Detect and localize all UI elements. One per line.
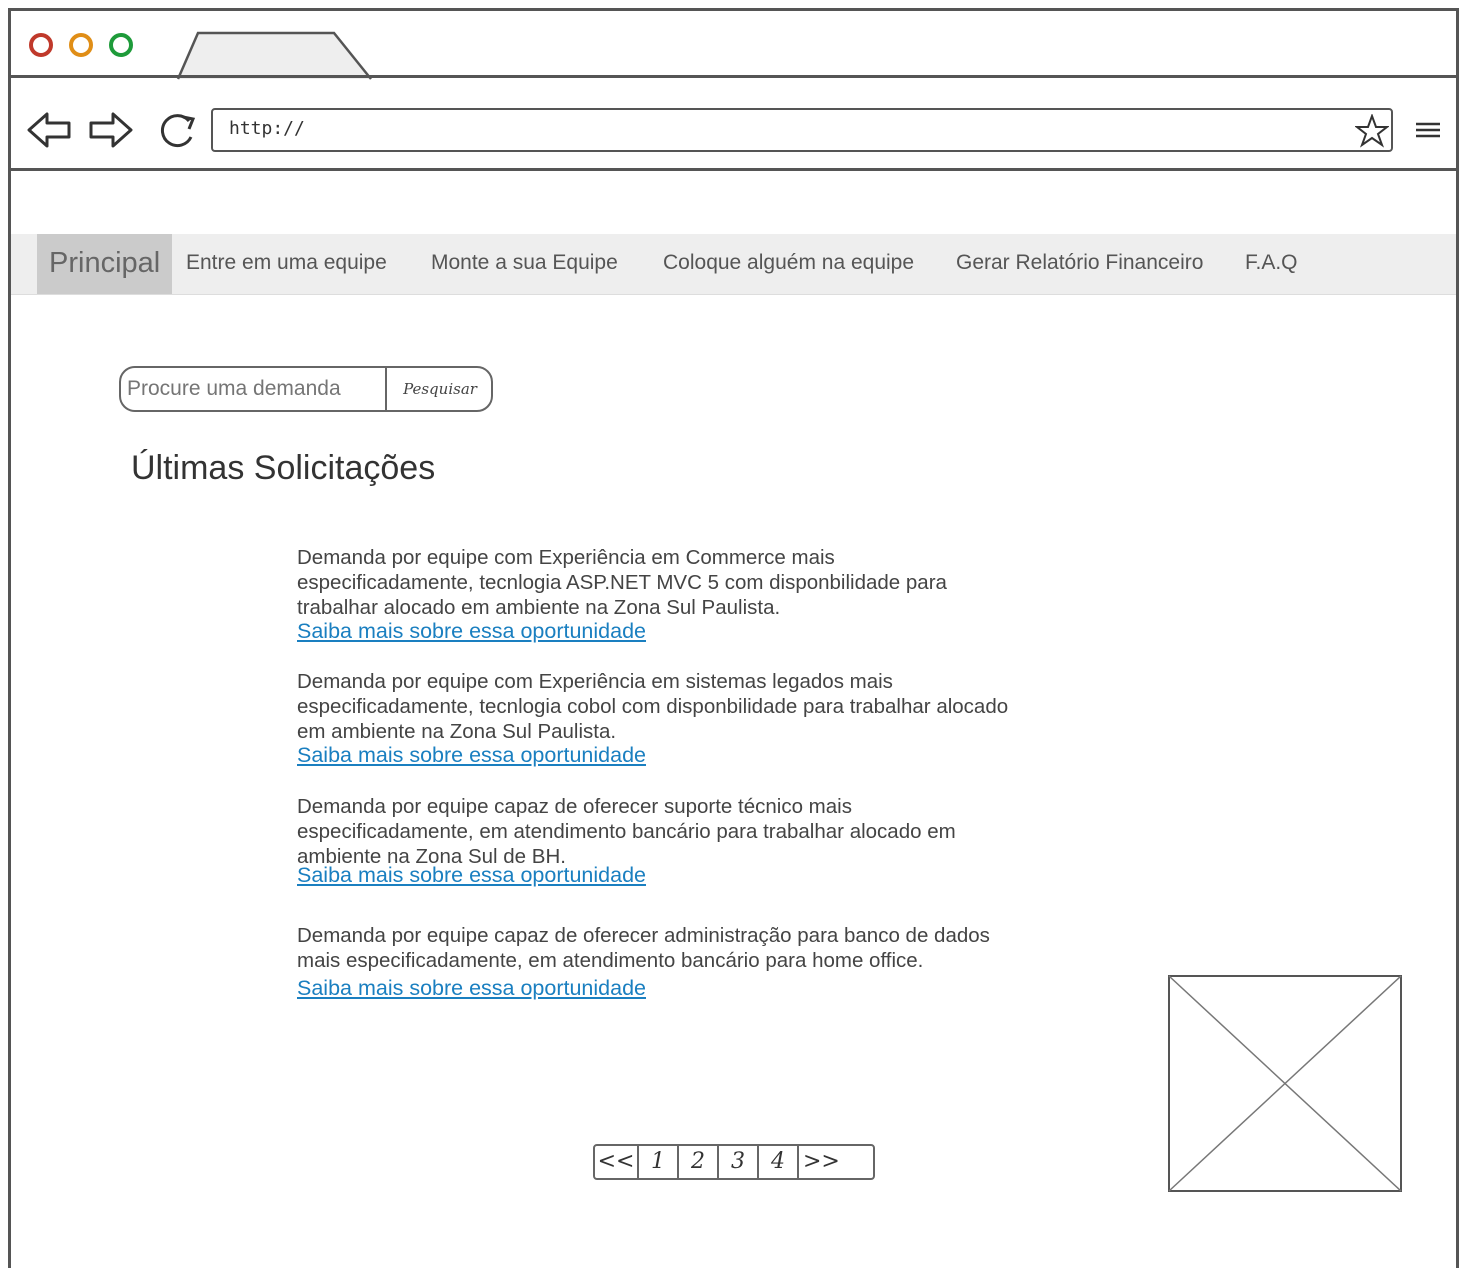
- forward-arrow-icon[interactable]: [85, 109, 135, 151]
- request-text: Demanda por equipe com Experiência em Co…: [297, 546, 947, 619]
- request-item: Demanda por equipe capaz de oferecer adm…: [297, 923, 1017, 1001]
- request-link[interactable]: Saiba mais sobre essa oportunidade: [297, 743, 1017, 768]
- search-button[interactable]: Pesquisar: [385, 368, 491, 410]
- menu-item-faq[interactable]: F.A.Q: [1245, 234, 1298, 294]
- request-item: Demanda por equipe capaz de oferecer sup…: [297, 794, 1017, 888]
- minimize-window-dot[interactable]: [69, 33, 93, 57]
- reload-icon[interactable]: [153, 109, 203, 151]
- browser-tab[interactable]: [176, 29, 376, 81]
- pagination-last[interactable]: >>: [799, 1146, 873, 1178]
- menu-item-monte-a-sua-equipe[interactable]: Monte a sua Equipe: [431, 234, 618, 294]
- pagination-page-4[interactable]: 4: [759, 1146, 799, 1178]
- request-item: Demanda por equipe com Experiência em si…: [297, 669, 1017, 768]
- page-title: Últimas Solicitações: [131, 449, 436, 487]
- menu-item-principal[interactable]: Principal: [37, 234, 173, 294]
- request-link[interactable]: Saiba mais sobre essa oportunidade: [297, 976, 1017, 1001]
- menu-item-entre-em-uma-equipe[interactable]: Entre em uma equipe: [186, 234, 387, 294]
- back-arrow-icon[interactable]: [25, 109, 75, 151]
- image-placeholder: [1168, 975, 1402, 1192]
- request-text: Demanda por equipe capaz de oferecer adm…: [297, 924, 990, 972]
- close-window-dot[interactable]: [29, 33, 53, 57]
- request-text: Demanda por equipe capaz de oferecer sup…: [297, 795, 956, 868]
- tabbar-divider: [11, 75, 1456, 78]
- address-bar[interactable]: http://: [211, 108, 1393, 152]
- menu-item-gerar-relatorio[interactable]: Gerar Relatório Financeiro: [956, 234, 1203, 294]
- request-item: Demanda por equipe com Experiência em Co…: [297, 545, 1017, 644]
- browser-window: http:// Principal Entre em uma equipe Mo…: [8, 8, 1459, 1268]
- maximize-window-dot[interactable]: [109, 33, 133, 57]
- pagination-page-3[interactable]: 3: [719, 1146, 759, 1178]
- title-bar: [11, 11, 1456, 81]
- url-text: http://: [229, 118, 305, 139]
- pagination: << 1 2 3 4 >>: [593, 1144, 875, 1180]
- pagination-first[interactable]: <<: [595, 1146, 639, 1178]
- request-text: Demanda por equipe com Experiência em si…: [297, 670, 1009, 743]
- search-input[interactable]: [121, 368, 385, 410]
- request-link[interactable]: Saiba mais sobre essa oportunidade: [297, 619, 1017, 644]
- pagination-page-2[interactable]: 2: [679, 1146, 719, 1178]
- hamburger-menu-icon[interactable]: [1413, 119, 1443, 141]
- search-box: Pesquisar: [119, 366, 493, 412]
- main-menu: Principal Entre em uma equipe Monte a su…: [11, 234, 1456, 295]
- request-link[interactable]: Saiba mais sobre essa oportunidade: [297, 863, 1017, 888]
- menu-item-coloque-alguem[interactable]: Coloque alguém na equipe: [663, 234, 914, 294]
- pagination-page-1[interactable]: 1: [639, 1146, 679, 1178]
- toolbar-divider: [11, 168, 1456, 171]
- bookmark-star-icon[interactable]: [1355, 114, 1389, 148]
